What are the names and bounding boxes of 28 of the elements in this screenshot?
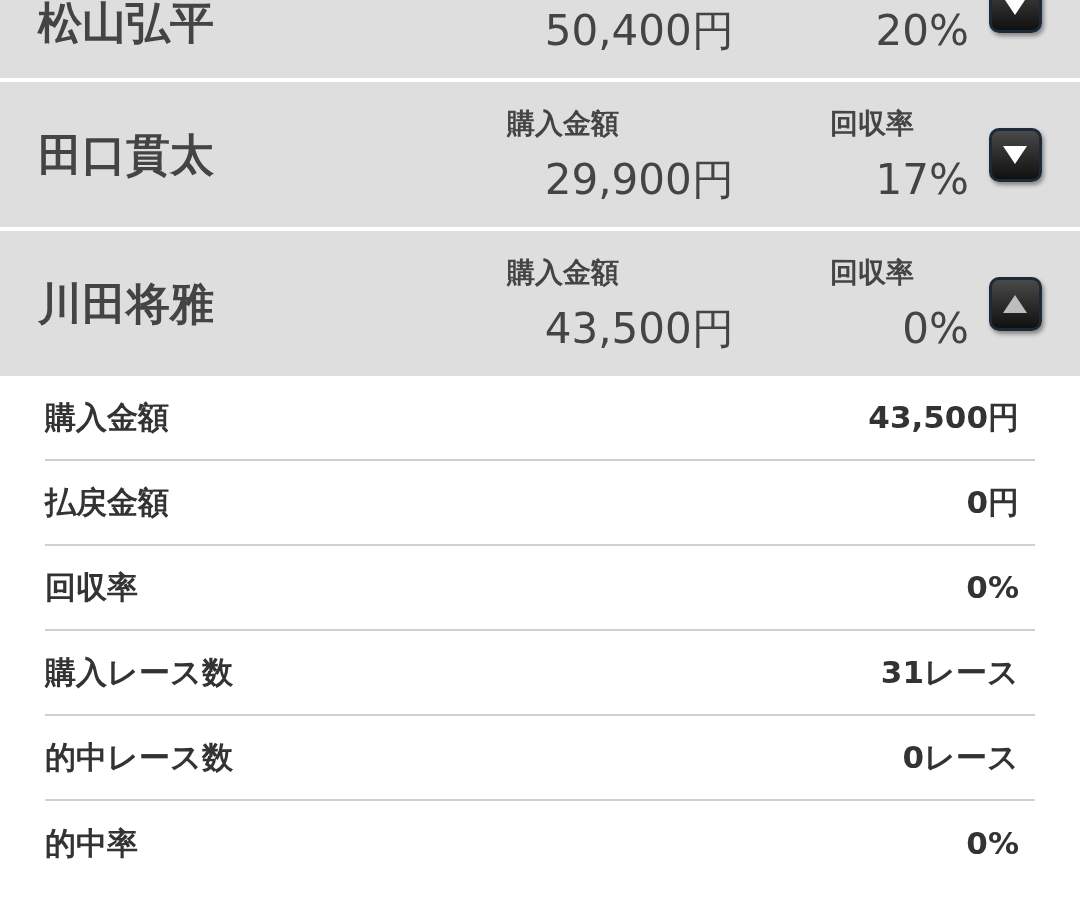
detail-value: 0レース xyxy=(902,738,1020,778)
detail-label: 購入金額 xyxy=(45,398,169,438)
detail-value: 31レース xyxy=(880,653,1020,693)
rate-value: 17% xyxy=(875,153,969,206)
amount-value: 29,900円 xyxy=(544,153,734,206)
detail-label: 的中率 xyxy=(45,824,138,864)
rate-label: 回収率 xyxy=(829,105,914,142)
rate-value: 0% xyxy=(902,302,969,355)
amount-label: 購入金額 xyxy=(506,105,619,142)
detail-label: 払戻金額 xyxy=(45,483,169,523)
detail-label: 購入レース数 xyxy=(45,653,233,693)
detail-value: 0% xyxy=(966,824,1020,864)
rate-value: 20% xyxy=(875,4,969,57)
player-name: 川田将雅 xyxy=(38,276,215,331)
detail-value: 43,500円 xyxy=(868,398,1020,438)
detail-label: 的中レース数 xyxy=(45,738,233,778)
toggle-button[interactable] xyxy=(988,127,1042,182)
detail-value: 0% xyxy=(966,568,1020,608)
amount-value: 50,400円 xyxy=(544,4,734,57)
triangle-down-icon xyxy=(1002,143,1029,166)
player-name: 松山弘平 xyxy=(38,0,215,49)
toggle-button[interactable] xyxy=(988,276,1042,331)
amount-label: 購入金額 xyxy=(506,254,619,291)
detail-value: 0円 xyxy=(966,483,1020,523)
player-name: 田口貫太 xyxy=(38,127,215,182)
detail-label: 回収率 xyxy=(45,568,138,608)
rate-label: 回収率 xyxy=(829,254,914,291)
amount-value: 43,500円 xyxy=(544,302,734,355)
